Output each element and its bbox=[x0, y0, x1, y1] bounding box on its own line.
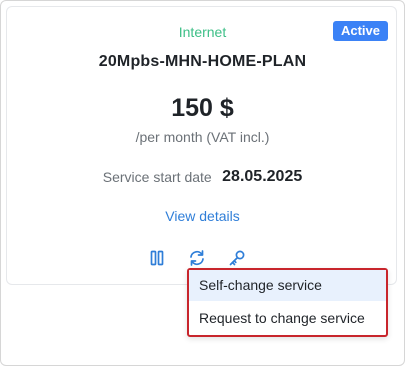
price: 150 $ bbox=[171, 94, 234, 122]
refresh-icon[interactable] bbox=[186, 247, 208, 269]
start-date-label: Service start date bbox=[102, 169, 212, 185]
menu-item-self-change-service[interactable]: Self-change service bbox=[189, 270, 386, 301]
start-date-row: Service start date 28.05.2025 bbox=[7, 168, 398, 186]
pause-icon[interactable] bbox=[146, 247, 168, 269]
menu-item-request-change-service[interactable]: Request to change service bbox=[189, 303, 386, 334]
change-service-menu: Self-change service Request to change se… bbox=[187, 268, 388, 337]
key-icon[interactable] bbox=[226, 247, 248, 269]
status-badge: Active bbox=[332, 21, 388, 41]
service-card: Internet Active 20Mpbs-MHN-HOME-PLAN 150… bbox=[6, 6, 397, 285]
price-note: /per month (VAT incl.) bbox=[135, 129, 270, 145]
plan-name: 20Mpbs-MHN-HOME-PLAN bbox=[98, 53, 307, 70]
view-details-link[interactable]: View details bbox=[7, 208, 398, 224]
start-date-value: 28.05.2025 bbox=[222, 168, 303, 185]
service-actions bbox=[7, 247, 398, 269]
